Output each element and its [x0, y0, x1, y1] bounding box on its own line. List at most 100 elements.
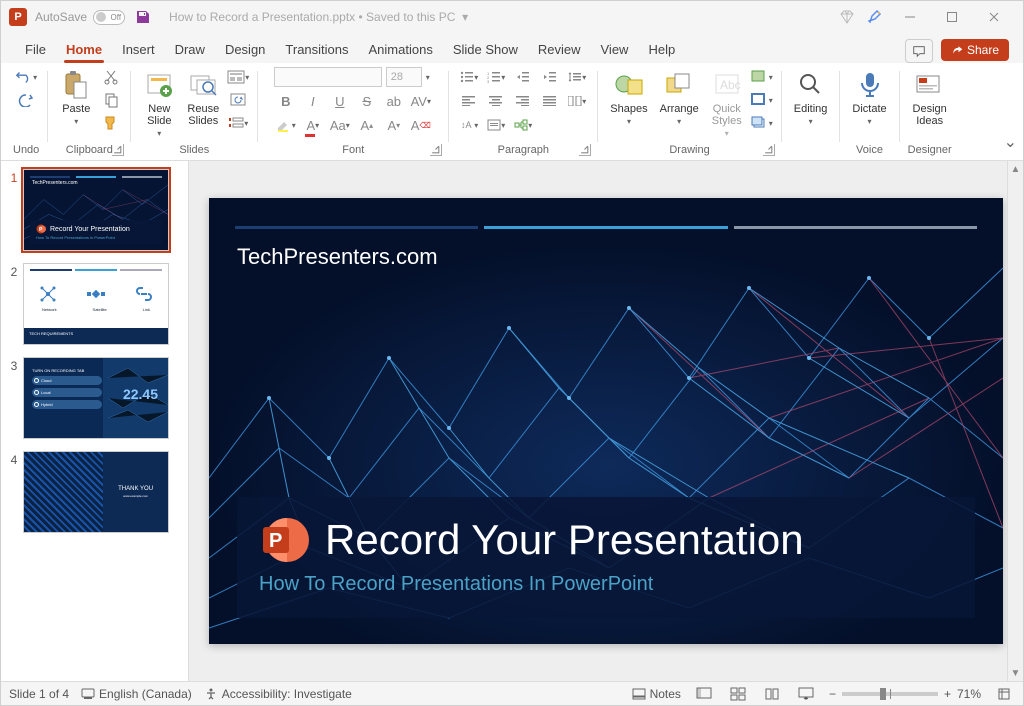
strike-button[interactable]: S	[355, 91, 379, 111]
vertical-scrollbar[interactable]: ▲ ▼	[1007, 161, 1023, 681]
align-right-button[interactable]	[511, 91, 535, 111]
justify-button[interactable]	[538, 91, 562, 111]
layout-button[interactable]: ▾	[227, 67, 249, 87]
underline-button[interactable]: U	[328, 91, 352, 111]
format-painter-button[interactable]	[100, 113, 122, 133]
tab-draw[interactable]: Draw	[165, 38, 215, 63]
copy-button[interactable]	[100, 90, 122, 110]
group-designer: Design Ideas Designer	[902, 65, 958, 160]
font-launcher[interactable]	[430, 144, 442, 156]
quick-styles-button[interactable]: Abc Quick Styles▾	[707, 67, 747, 140]
autosave-toggle[interactable]: Off	[93, 10, 125, 25]
autosave-label: AutoSave	[35, 10, 87, 24]
columns-button[interactable]: ▾	[565, 91, 589, 111]
align-text-button[interactable]: ▾	[484, 115, 508, 135]
language-button[interactable]: English (Canada)	[81, 687, 192, 701]
shrink-font-button[interactable]: A▾	[382, 115, 406, 135]
align-center-button[interactable]	[484, 91, 508, 111]
dictate-button[interactable]: Dictate▾	[848, 67, 890, 130]
fit-window-button[interactable]	[993, 685, 1015, 703]
indent-dec-button[interactable]	[511, 67, 535, 87]
thumbnail-1[interactable]: 1 TechPresenters.com PRecord Your Presen…	[5, 169, 184, 251]
tab-design[interactable]: Design	[215, 38, 275, 63]
close-button[interactable]	[973, 3, 1015, 31]
tab-animations[interactable]: Animations	[359, 38, 443, 63]
status-bar: Slide 1 of 4 English (Canada) Accessibil…	[1, 681, 1023, 705]
thumbnail-2[interactable]: 2 NetworkSatelliteLink TECH REQUIREMENTS	[5, 263, 184, 345]
tab-insert[interactable]: Insert	[112, 38, 165, 63]
section-button[interactable]: ▾	[227, 113, 249, 133]
new-slide-button[interactable]: New Slide▾	[139, 67, 179, 140]
comments-button[interactable]	[905, 39, 933, 63]
grow-font-button[interactable]: A▴	[355, 115, 379, 135]
group-voice: Dictate▾ Voice	[842, 65, 896, 160]
tab-transitions[interactable]: Transitions	[275, 38, 358, 63]
zoom-slider[interactable]	[842, 692, 938, 696]
svg-text:Abc: Abc	[720, 78, 741, 92]
text-direction-button[interactable]: ↕A▾	[457, 115, 481, 135]
slideshow-view-button[interactable]	[795, 685, 817, 703]
clipboard-launcher[interactable]	[112, 144, 124, 156]
thumbnail-3[interactable]: 3 TURN ON RECORDING TAB Cloud Local Hybr…	[5, 357, 184, 439]
ribbon-collapse-button[interactable]: ⌄	[1004, 132, 1017, 152]
paste-button[interactable]: Paste▾	[56, 67, 96, 130]
shape-fill-button[interactable]: ▾	[751, 67, 773, 87]
group-drawing: Shapes▾ Arrange▾ Abc Quick Styles▾ ▾ ▾ ▾…	[600, 65, 778, 160]
shape-effects-button[interactable]: ▾	[751, 113, 773, 133]
tab-home[interactable]: Home	[56, 38, 112, 63]
tab-slideshow[interactable]: Slide Show	[443, 38, 528, 63]
group-label-designer: Designer	[908, 143, 952, 158]
tab-view[interactable]: View	[591, 38, 639, 63]
slide-counter[interactable]: Slide 1 of 4	[9, 687, 69, 701]
font-family-input[interactable]	[274, 67, 382, 87]
sorter-view-button[interactable]	[727, 685, 749, 703]
tab-file[interactable]: File	[15, 38, 56, 63]
drawing-launcher[interactable]	[763, 144, 775, 156]
tab-review[interactable]: Review	[528, 38, 591, 63]
numbering-button[interactable]: 123▾	[484, 67, 508, 87]
line-spacing-button[interactable]: ▾	[565, 67, 589, 87]
svg-text:P: P	[269, 530, 282, 552]
change-case-button[interactable]: Aa▾	[328, 115, 352, 135]
bullets-button[interactable]: ▾	[457, 67, 481, 87]
premium-icon[interactable]	[839, 9, 855, 25]
group-label-slides: Slides	[179, 143, 209, 158]
font-size-input[interactable]	[386, 67, 422, 87]
coming-soon-icon[interactable]	[867, 9, 883, 25]
shape-outline-button[interactable]: ▾	[751, 90, 773, 110]
arrange-button[interactable]: Arrange▾	[656, 67, 703, 130]
cut-button[interactable]	[100, 67, 122, 87]
reuse-slides-button[interactable]: Reuse Slides	[183, 67, 223, 129]
notes-button[interactable]: Notes	[632, 687, 681, 701]
redo-button[interactable]	[15, 90, 37, 110]
minimize-button[interactable]	[889, 3, 931, 31]
char-spacing-button[interactable]: AV▾	[409, 91, 433, 111]
undo-button[interactable]: ▾	[15, 67, 37, 87]
save-icon[interactable]	[135, 9, 151, 25]
accessibility-button[interactable]: Accessibility: Investigate	[204, 687, 352, 701]
maximize-button[interactable]	[931, 3, 973, 31]
font-color-button[interactable]: A▾	[301, 115, 325, 135]
highlight-button[interactable]: ▾	[274, 115, 298, 135]
bold-button[interactable]: B	[274, 91, 298, 111]
zoom-out-button[interactable]: −	[829, 687, 836, 701]
reading-view-button[interactable]	[761, 685, 783, 703]
paragraph-launcher[interactable]	[579, 144, 591, 156]
share-button[interactable]: Share	[941, 39, 1009, 61]
shapes-button[interactable]: Shapes▾	[606, 67, 651, 130]
italic-button[interactable]: I	[301, 91, 325, 111]
reset-button[interactable]	[227, 90, 249, 110]
slide-1[interactable]: TechPresenters.com P Record Your Present…	[209, 198, 1003, 644]
thumbnail-4[interactable]: 4 THANK YOUwww.example.com	[5, 451, 184, 533]
align-left-button[interactable]	[457, 91, 481, 111]
shadow-button[interactable]: ab	[382, 91, 406, 111]
design-ideas-button[interactable]: Design Ideas	[909, 67, 951, 129]
tab-help[interactable]: Help	[638, 38, 685, 63]
clear-format-button[interactable]: A⌫	[409, 115, 433, 135]
smartart-button[interactable]: ▾	[511, 115, 535, 135]
zoom-level[interactable]: 71%	[957, 687, 981, 701]
zoom-in-button[interactable]: +	[944, 687, 951, 701]
indent-inc-button[interactable]	[538, 67, 562, 87]
editing-button[interactable]: Editing▾	[790, 67, 832, 130]
normal-view-button[interactable]	[693, 685, 715, 703]
